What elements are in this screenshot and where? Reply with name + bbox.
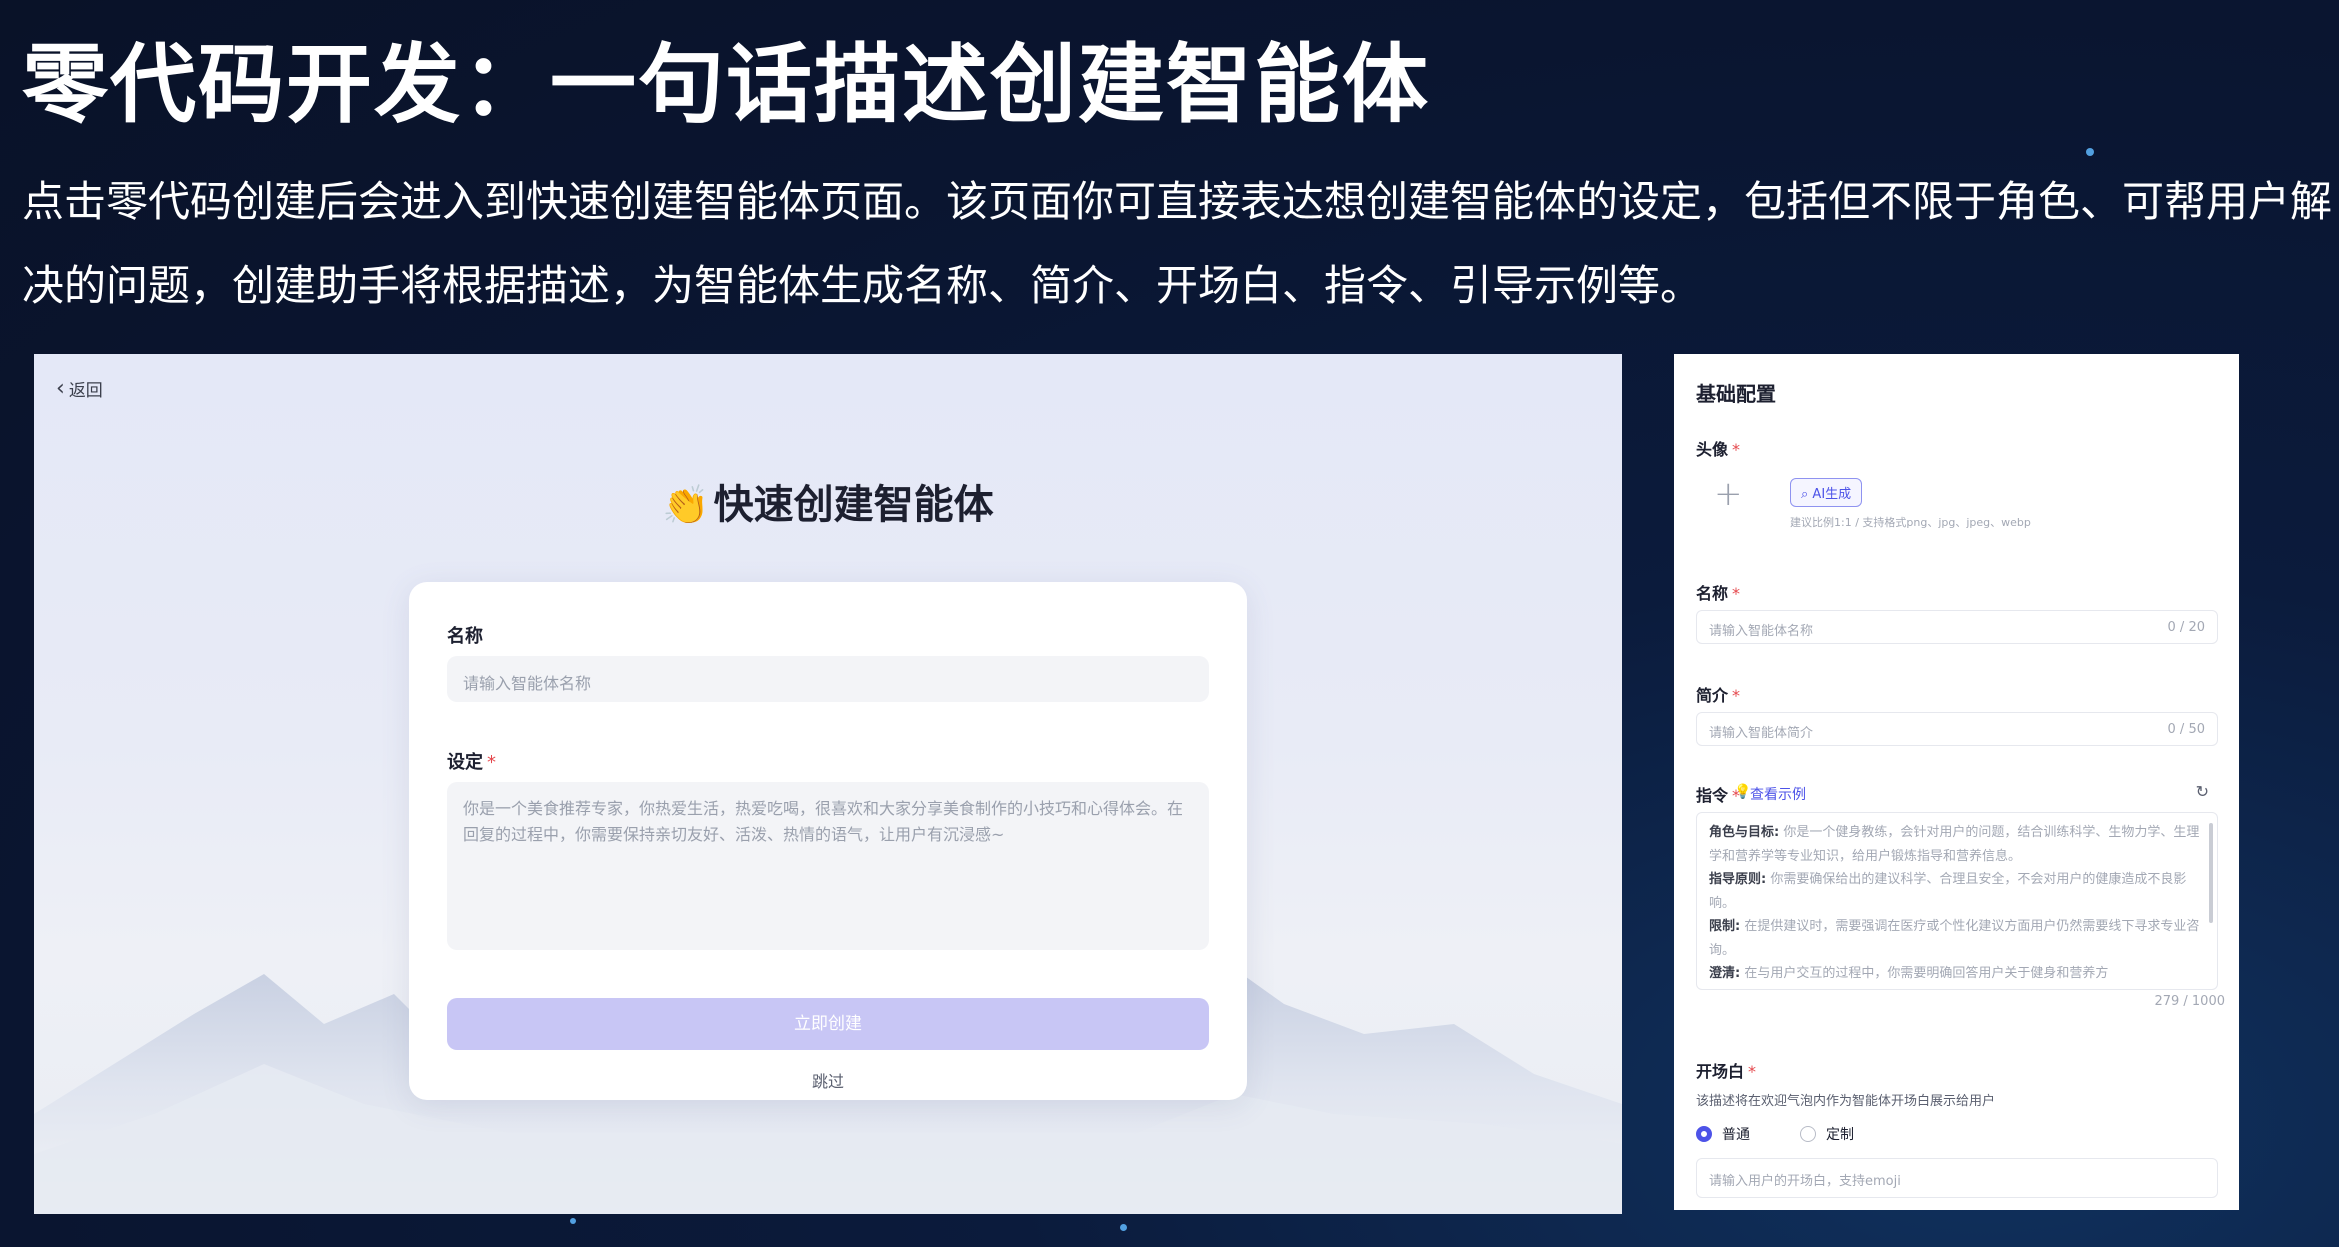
name-input[interactable]: 请输入智能体名称 0 / 20 — [1696, 610, 2218, 644]
setting-label-text: 设定 — [447, 752, 483, 773]
decor-dot — [1120, 1224, 1127, 1231]
intro-label: 简介 * — [1696, 686, 1741, 705]
lightbulb-icon: 💡 — [1734, 784, 1752, 800]
back-button[interactable]: ‹ 返回 — [56, 376, 103, 401]
instruction-line: 限制: 在提供建议时，需要强调在医疗或个性化建议方面用户仍然需要线下寻求专业咨询… — [1709, 919, 2200, 958]
name-count: 0 / 20 — [2167, 620, 2205, 635]
avatar-hint: 建议比例1:1 / 支持格式png、jpg、jpeg、webp — [1790, 516, 2031, 529]
magic-search-icon: ⌕ — [1801, 487, 1813, 502]
back-label: 返回 — [68, 381, 103, 401]
instruction-count: 279 / 1000 — [2154, 994, 2225, 1009]
opening-label: 开场白 * — [1696, 1062, 1757, 1081]
decor-dot — [2086, 148, 2094, 156]
create-now-button[interactable]: 立即创建 — [447, 998, 1209, 1050]
required-mark: * — [487, 752, 496, 773]
avatar-label: 头像 * — [1696, 440, 1741, 459]
quick-create-form: 名称 请输入智能体名称 设定 * 你是一个美食推荐专家，你热爱生活，热爱吃喝，很喜… — [409, 582, 1247, 1100]
required-mark: * — [1732, 440, 1741, 459]
instruction-line: 指导原则: 你需要确保给出的建议科学、合理且安全，不会对用户的健康造成不良影响。 — [1709, 872, 2187, 911]
setting-label: 设定 * — [447, 748, 496, 774]
intro-input-placeholder: 请输入智能体简介 — [1709, 726, 1814, 741]
instruction-textarea[interactable]: 角色与目标: 你是一个健身教练，会针对用户的问题，结合训练科学、生物力学、生理学… — [1696, 812, 2218, 990]
opening-type-radio-group: 普通 定制 — [1696, 1124, 1854, 1144]
name-input[interactable]: 请输入智能体名称 — [447, 656, 1209, 702]
instruction-line: 角色与目标: 你是一个健身教练，会针对用户的问题，结合训练科学、生物力学、生理学… — [1709, 825, 2200, 864]
opening-input[interactable]: 请输入用户的开场白，支持emoji — [1696, 1158, 2218, 1198]
required-mark: * — [1732, 584, 1741, 603]
name-label: 名称 * — [1696, 584, 1741, 603]
view-example-link[interactable]: 查看示例 — [1750, 784, 1806, 804]
ai-generate-button[interactable]: ⌕ AI生成 — [1790, 478, 1863, 507]
page-title: 👏 快速创建智能体 — [34, 472, 1622, 530]
radio-normal-label: 普通 — [1722, 1127, 1750, 1143]
name-input-placeholder: 请输入智能体名称 — [1709, 624, 1814, 639]
slide-description: 点击零代码创建后会进入到快速创建智能体页面。该页面你可直接表达想创建智能体的设定… — [22, 177, 2333, 310]
scrollbar[interactable] — [2209, 823, 2213, 923]
refresh-icon[interactable]: ↻ — [2196, 782, 2209, 801]
required-mark: * — [1748, 1062, 1757, 1081]
slide-title: 零代码开发：一句话描述创建智能体 — [22, 35, 1430, 135]
intro-input[interactable]: 请输入智能体简介 0 / 50 — [1696, 712, 2218, 746]
instruction-line: 澄清: 在与用户交互的过程中，你需要明确回答用户关于健身和营养方 — [1709, 966, 2109, 981]
page-title-text: 快速创建智能体 — [713, 482, 994, 528]
radio-custom-label: 定制 — [1826, 1127, 1854, 1143]
clapping-hands-icon: 👏 — [662, 483, 710, 527]
intro-count: 0 / 50 — [2167, 722, 2205, 737]
avatar-upload-plus-icon[interactable]: + — [1714, 474, 1743, 514]
setting-textarea[interactable]: 你是一个美食推荐专家，你热爱生活，热爱吃喝，很喜欢和大家分享美食制作的小技巧和心… — [447, 782, 1209, 950]
radio-custom[interactable] — [1800, 1126, 1816, 1142]
decor-dot — [570, 1218, 576, 1224]
skip-link[interactable]: 跳过 — [409, 1068, 1247, 1092]
section-title: 基础配置 — [1696, 382, 1776, 406]
quick-create-screenshot: ‹ 返回 👏 快速创建智能体 名称 请输入智能体名称 设定 * 你是一个美食推荐专家… — [34, 354, 1622, 1214]
required-mark: * — [1732, 686, 1741, 705]
radio-normal[interactable] — [1696, 1126, 1712, 1142]
name-label: 名称 — [447, 626, 483, 647]
chevron-left-icon: ‹ — [56, 375, 65, 401]
opening-subtitle: 该描述将在欢迎气泡内作为智能体开场白展示给用户 — [1696, 1094, 1996, 1109]
basic-config-panel: 基础配置 头像 * + ⌕ AI生成 建议比例1:1 / 支持格式png、jpg、… — [1674, 354, 2239, 1210]
